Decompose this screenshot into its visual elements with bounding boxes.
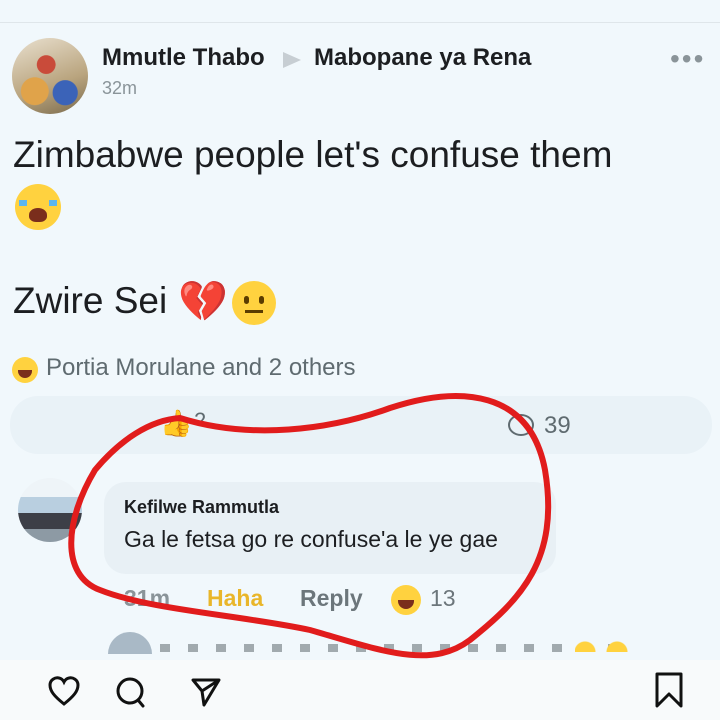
next-comment-reactions xyxy=(575,640,635,652)
comment-author[interactable]: Kefilwe Rammutla xyxy=(124,497,279,518)
group-name[interactable]: Mabopane ya Rena xyxy=(314,44,531,72)
next-commenter-avatar[interactable] xyxy=(108,632,152,654)
post-action-bar xyxy=(10,396,712,454)
comment-text: Ga le fetsa go re confuse'a le ye gae xyxy=(124,526,498,552)
neutral-face-icon xyxy=(232,281,276,325)
post-time: 32m xyxy=(102,78,138,98)
thumbs-up-icon[interactable]: 👍 xyxy=(160,408,192,439)
bottom-action-bar xyxy=(0,660,720,720)
comment-haha-icon xyxy=(391,585,421,615)
commenter-avatar[interactable] xyxy=(18,478,82,542)
bookmark-icon[interactable] xyxy=(654,672,684,708)
haha-reaction-icon xyxy=(12,357,38,383)
comment-icon[interactable] xyxy=(114,676,146,708)
comment-bubble-icon[interactable] xyxy=(508,414,534,436)
comment-reaction-count[interactable]: 13 xyxy=(430,585,456,612)
heart-icon[interactable] xyxy=(48,676,80,708)
top-divider xyxy=(0,22,720,23)
arrow-right-icon xyxy=(283,52,301,68)
reaction-summary[interactable]: Portia Morulane and 2 others xyxy=(46,354,356,382)
like-count: 2 xyxy=(194,408,207,422)
share-icon[interactable] xyxy=(190,676,222,708)
comment-time: 31m xyxy=(124,585,171,611)
post-text-line2: Zwire Sei xyxy=(13,280,168,321)
crying-face-icon xyxy=(15,184,61,230)
author-name[interactable]: Mmutle Thabo xyxy=(102,44,265,72)
post-text-line1: Zimbabwe people let's confuse them xyxy=(13,134,613,175)
comment-count[interactable]: 39 xyxy=(544,412,571,440)
broken-heart-icon: 💔 xyxy=(178,280,228,324)
comment-reply-button[interactable]: Reply xyxy=(300,585,363,612)
next-comment-peek xyxy=(160,644,610,652)
comment-haha-button[interactable]: Haha xyxy=(207,585,263,612)
more-options-icon[interactable]: ••• xyxy=(670,45,705,73)
author-avatar[interactable] xyxy=(12,38,88,114)
